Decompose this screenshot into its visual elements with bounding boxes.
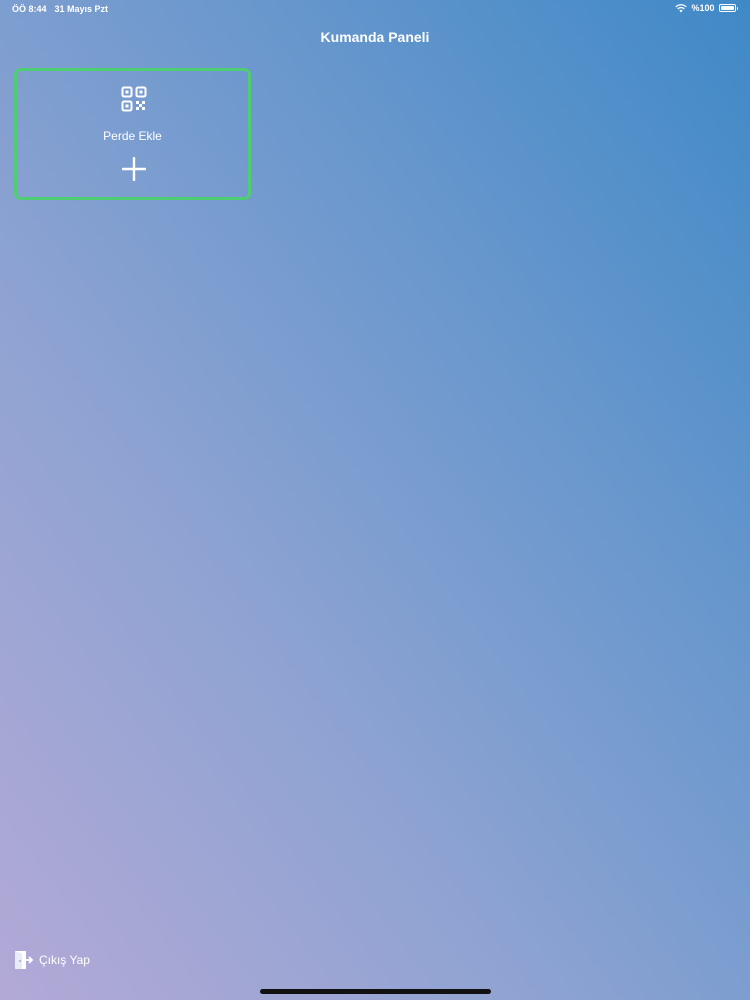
- battery-tip: [736, 6, 738, 10]
- page-title: Kumanda Paneli: [320, 29, 430, 45]
- add-curtain-label: Perde Ekle: [103, 129, 162, 143]
- battery-percent: %100: [691, 3, 715, 13]
- status-time: ÖÖ 8:44: [12, 4, 47, 14]
- status-date: 31 Mayıs Pzt: [54, 4, 109, 14]
- qr-code-icon: [121, 86, 147, 112]
- plus-icon: [122, 157, 146, 181]
- logout-button[interactable]: Çıkış Yap: [13, 950, 90, 970]
- status-bar: ÖÖ 8:44 31 Mayıs Pzt %100: [0, 0, 750, 18]
- battery-body: [718, 4, 736, 12]
- status-right: %100: [675, 3, 738, 13]
- screen: ÖÖ 8:44 31 Mayıs Pzt %100 Kumanda Paneli: [0, 0, 750, 1000]
- home-indicator[interactable]: [260, 989, 491, 994]
- logout-label: Çıkış Yap: [39, 953, 90, 967]
- battery-fill: [720, 6, 734, 10]
- wifi-icon: [675, 3, 688, 13]
- add-curtain-card[interactable]: Perde Ekle: [14, 68, 251, 200]
- door-exit-icon: [15, 951, 33, 969]
- battery-icon: [718, 4, 738, 12]
- status-left: ÖÖ 8:44 31 Mayıs Pzt: [12, 4, 108, 14]
